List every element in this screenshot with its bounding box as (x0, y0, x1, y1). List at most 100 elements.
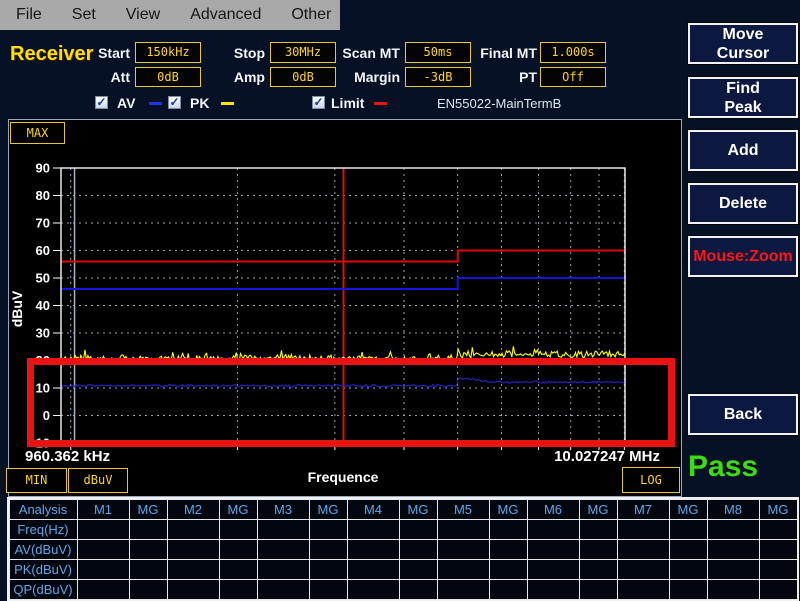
pk-color-swatch (221, 102, 234, 105)
av-color-swatch (149, 102, 162, 105)
delete-marker-button[interactable]: Delete (688, 183, 798, 224)
table-cell (669, 539, 708, 560)
table-cell (257, 579, 310, 600)
menu-set[interactable]: Set (72, 6, 96, 24)
table-cell (669, 579, 708, 600)
pt-value[interactable]: Off (540, 67, 606, 87)
analysis-table: AnalysisM1MGM2MGM3MGM4MGM5MGM6MGM7MGM8MG… (7, 497, 799, 601)
scan-mt-value[interactable]: 50ms (405, 42, 471, 63)
table-header-cell: M6 (527, 499, 580, 520)
start-value[interactable]: 150kHz (135, 42, 201, 63)
table-header-cell: MG (219, 499, 258, 520)
table-cell (617, 539, 670, 560)
table-header-cell: MG (399, 499, 438, 520)
table-cell (437, 559, 490, 580)
final-mt-value[interactable]: 1.000s (540, 42, 606, 63)
mode-title: Receiver (10, 43, 93, 66)
table-cell (707, 579, 760, 600)
table-cell (347, 579, 400, 600)
table-header-cell: MG (759, 499, 798, 520)
move-cursor-button[interactable]: MoveCursor (688, 23, 798, 64)
scale-log-button[interactable]: LOG (622, 467, 680, 493)
table-cell (617, 559, 670, 580)
stop-value[interactable]: 30MHz (270, 42, 336, 63)
table-header-cell: MG (669, 499, 708, 520)
table-cell (399, 579, 438, 600)
add-marker-button[interactable]: Add (688, 130, 798, 171)
table-header-cell: M7 (617, 499, 670, 520)
find-peak-button[interactable]: FindPeak (688, 77, 798, 118)
final-mt-label: Final MT (472, 45, 537, 61)
table-cell (527, 539, 580, 560)
table-cell (257, 519, 310, 540)
y-tick-label: 70 (36, 216, 50, 231)
back-button[interactable]: Back (688, 394, 798, 435)
table-cell (129, 519, 168, 540)
table-cell (437, 539, 490, 560)
stop-label: Stop (225, 45, 265, 61)
menu-advanced[interactable]: Advanced (190, 6, 261, 24)
table-row-label: QP(dBuV) (9, 579, 78, 600)
y-tick-label: 80 (36, 188, 50, 203)
table-cell (437, 519, 490, 540)
table-cell (489, 579, 528, 600)
limit-standard-name: EN55022-MainTermB (437, 96, 561, 111)
table-cell (219, 539, 258, 560)
limit-checkbox-label: Limit (331, 95, 364, 111)
table-cell (167, 559, 220, 580)
table-cell (219, 559, 258, 580)
table-cell (579, 539, 618, 560)
margin-value[interactable]: -3dB (405, 67, 471, 87)
att-value[interactable]: 0dB (135, 67, 201, 87)
amp-value[interactable]: 0dB (270, 67, 336, 87)
y-tick-label: 30 (36, 326, 50, 341)
pt-label: PT (472, 69, 537, 85)
x-axis-title: Frequence (278, 469, 408, 485)
table-cell (129, 539, 168, 560)
table-cell (527, 579, 580, 600)
table-cell (579, 519, 618, 540)
table-cell (707, 539, 760, 560)
table-header-cell: M2 (167, 499, 220, 520)
table-cell (759, 579, 798, 600)
table-cell (669, 559, 708, 580)
av-checkbox[interactable]: ✓ (95, 96, 108, 109)
table-header-cell: Analysis (9, 499, 78, 520)
table-header-cell: MG (129, 499, 168, 520)
unit-button[interactable]: dBuV (68, 468, 128, 493)
x-stop-readout: 10.027247 MHz (520, 448, 660, 465)
table-cell (579, 579, 618, 600)
mouse-mode-button[interactable]: Mouse:Zoom (688, 236, 798, 277)
table-header-cell: MG (489, 499, 528, 520)
table-cell (527, 519, 580, 540)
table-header-cell: M5 (437, 499, 490, 520)
table-row-label: AV(dBuV) (9, 539, 78, 560)
table-cell (129, 559, 168, 580)
table-cell (257, 539, 310, 560)
table-cell (257, 559, 310, 580)
max-hold-button[interactable]: MAX (10, 122, 65, 144)
table-cell (77, 519, 130, 540)
table-cell (399, 519, 438, 540)
table-cell (617, 519, 670, 540)
table-cell (167, 519, 220, 540)
menu-other[interactable]: Other (291, 6, 331, 24)
table-cell (309, 559, 348, 580)
x-start-readout: 960.362 kHz (25, 448, 110, 465)
table-header-cell: M3 (257, 499, 310, 520)
limit-checkbox[interactable]: ✓ (312, 96, 325, 109)
menu-view[interactable]: View (126, 6, 160, 24)
table-row-label: Freq(Hz) (9, 519, 78, 540)
limit-color-swatch (374, 102, 387, 105)
table-cell (77, 539, 130, 560)
table-cell (167, 579, 220, 600)
emi-receiver-app: { "menu": { "items": ["File", "Set", "Vi… (0, 0, 800, 600)
y-axis-title: dBuV (9, 290, 25, 327)
min-hold-button[interactable]: MIN (6, 468, 67, 493)
pk-checkbox[interactable]: ✓ (168, 96, 181, 109)
margin-label: Margin (335, 69, 400, 85)
table-cell (617, 579, 670, 600)
menu-file[interactable]: File (16, 6, 42, 24)
table-cell (219, 579, 258, 600)
table-row-label: PK(dBuV) (9, 559, 78, 580)
